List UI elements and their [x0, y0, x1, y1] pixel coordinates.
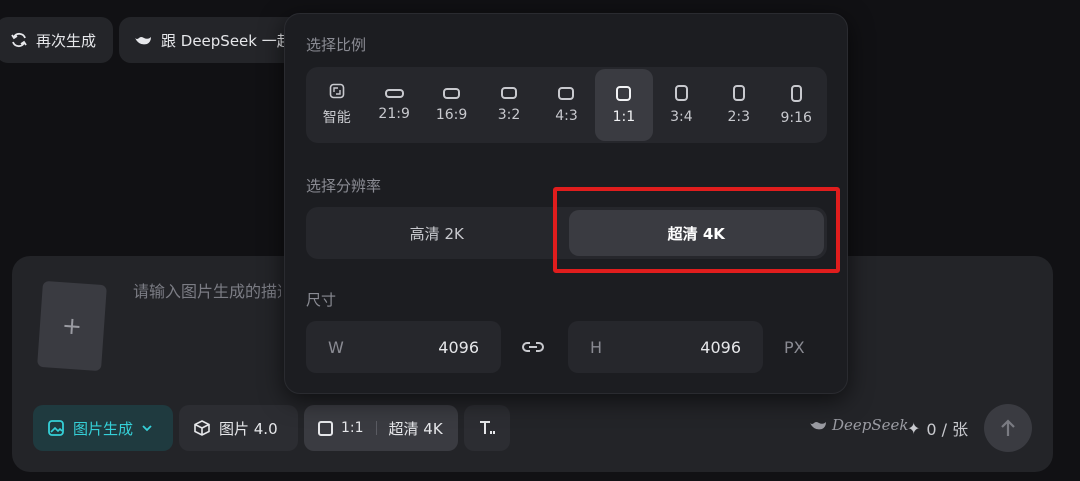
height-label: H	[590, 337, 603, 357]
credit-cost: ✦ 0 / 张	[907, 416, 968, 440]
resolution-option-4k[interactable]: 超清 4K	[568, 210, 824, 256]
ratio-selector: 智能 21:9 16:9 3:2 4:3 1:1 3:4 2:3 9:16	[306, 67, 827, 143]
smart-ratio-icon	[329, 83, 345, 99]
ratio-21-9-icon	[384, 88, 404, 98]
ratio-2-3-icon	[732, 85, 745, 101]
ratio-option-21-9[interactable]: 21:9	[365, 69, 422, 141]
ratio-option-label: 16:9	[435, 106, 468, 123]
ratio-option-label: 2:3	[727, 109, 751, 125]
square-ratio-icon	[318, 420, 333, 436]
send-button[interactable]	[984, 404, 1032, 452]
ratio-option-label: 9:16	[780, 109, 812, 126]
chevron-down-icon	[142, 425, 152, 432]
ratio-option-16-9[interactable]: 16:9	[423, 69, 480, 141]
ratio-resolution-popover: 选择比例 智能 21:9 16:9 3:2 4:3 1:1 3:4 2:3 9:…	[284, 13, 848, 394]
ratio-9-16-icon	[790, 84, 802, 102]
ratio-16-9-icon	[443, 87, 461, 99]
width-label: W	[328, 337, 344, 357]
resolution-section-title: 选择分辨率	[306, 177, 382, 195]
text-style-button[interactable]	[464, 405, 510, 451]
ratio-section-title: 选择比例	[306, 36, 367, 54]
credit-label: 0 / 张	[926, 420, 969, 439]
unit-label: PX	[784, 338, 805, 357]
ratio-option-label: 1:1	[612, 108, 636, 125]
deepseek-whale-icon	[810, 422, 826, 430]
deepseek-brand: DeepSeek	[832, 416, 909, 434]
text-style-icon	[480, 421, 495, 434]
image-generate-icon	[48, 420, 64, 436]
mode-label: 图片生成	[73, 419, 134, 438]
ratio-value: 1:1	[341, 420, 364, 436]
regenerate-label: 再次生成	[36, 31, 97, 50]
resolution-option-2k[interactable]: 高清 2K	[309, 210, 565, 256]
ratio-resolution-button[interactable]: 1:1 超清 4K	[304, 405, 458, 451]
plus-icon: +	[60, 311, 83, 341]
ratio-option-smart[interactable]: 智能	[308, 69, 365, 141]
ratio-option-label: 3:2	[497, 107, 521, 123]
resolution-selector: 高清 2K 超清 4K	[306, 207, 827, 259]
height-value: 4096	[700, 337, 741, 357]
resolution-value: 超清 4K	[388, 419, 443, 438]
width-value: 4096	[438, 337, 479, 357]
model-label: 图片 4.0	[219, 419, 278, 438]
regenerate-button[interactable]: 再次生成	[0, 17, 113, 63]
ratio-3-4-icon	[674, 85, 688, 101]
width-field[interactable]: W 4096	[306, 321, 501, 373]
ratio-1-1-icon	[616, 85, 632, 101]
ratio-option-3-2[interactable]: 3:2	[480, 69, 537, 141]
ratio-option-2-3[interactable]: 2:3	[710, 69, 767, 141]
refresh-icon	[11, 32, 27, 48]
arrow-up-icon	[1001, 419, 1015, 436]
divider	[375, 421, 377, 435]
height-field[interactable]: H 4096	[568, 321, 763, 373]
ratio-option-1-1[interactable]: 1:1	[595, 69, 653, 141]
cube-icon	[194, 420, 210, 436]
link-icon[interactable]	[521, 337, 545, 361]
sparkle-icon: ✦	[907, 418, 921, 438]
ratio-option-label: 智能	[322, 110, 351, 126]
ratio-3-2-icon	[501, 87, 518, 99]
ratio-4-3-icon	[558, 86, 575, 100]
ratio-option-9-16[interactable]: 9:16	[768, 69, 825, 141]
deepseek-whale-icon	[135, 37, 151, 45]
image-generation-mode-button[interactable]: 图片生成	[33, 405, 173, 451]
ratio-option-4-3[interactable]: 4:3	[538, 69, 595, 141]
deepseek-together-label: 跟 DeepSeek 一起	[161, 31, 292, 50]
ratio-option-label: 4:3	[555, 107, 578, 124]
ratio-option-label: 3:4	[670, 109, 693, 125]
upload-image-button[interactable]: +	[37, 280, 107, 372]
ratio-option-3-4[interactable]: 3:4	[653, 69, 710, 141]
prompt-input[interactable]: 请输入图片生成的描述	[133, 278, 281, 302]
deepseek-logo: DeepSeek	[808, 416, 909, 434]
size-section-title: 尺寸	[306, 291, 337, 309]
model-select-button[interactable]: 图片 4.0	[179, 405, 298, 451]
ratio-option-label: 21:9	[378, 105, 410, 122]
